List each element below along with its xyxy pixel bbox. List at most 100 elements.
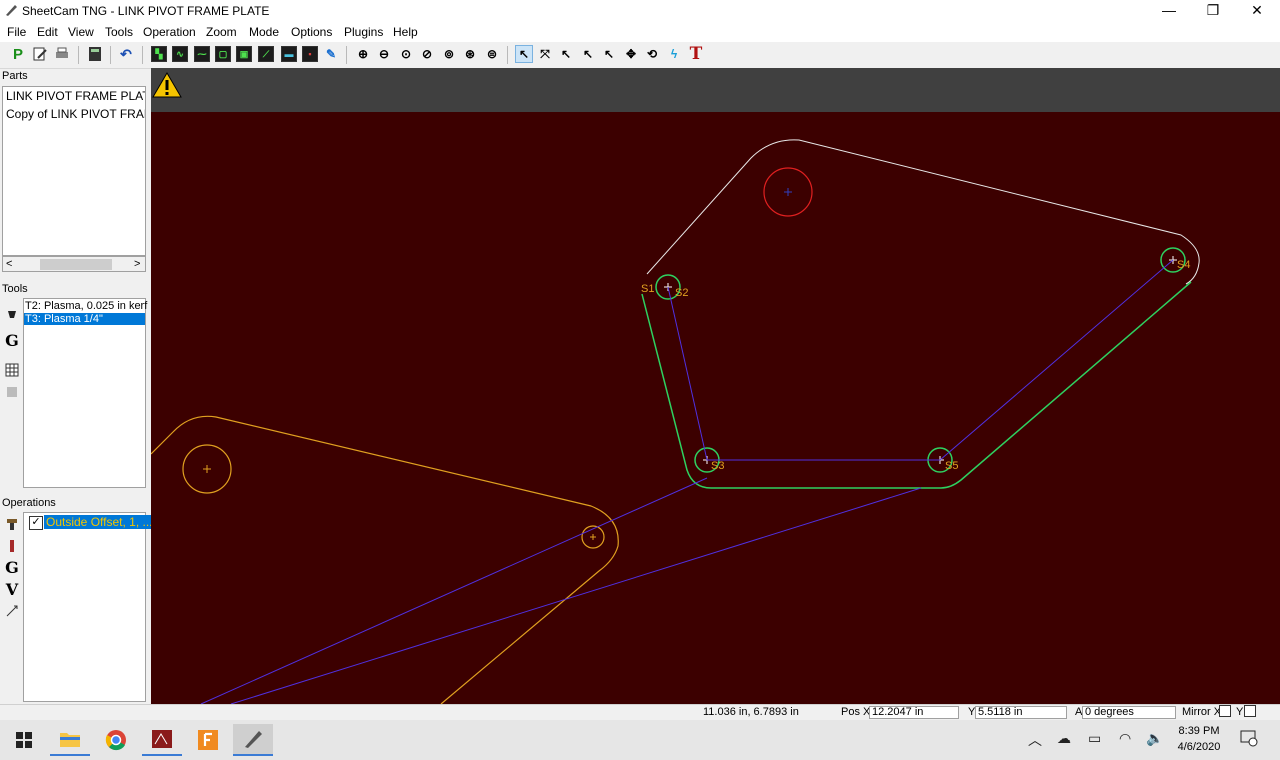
print-icon[interactable] [53, 45, 71, 63]
calculator-icon[interactable] [86, 45, 104, 63]
pos-x-field[interactable]: 12.2047 in [869, 706, 959, 719]
scroll-left-icon[interactable]: < [6, 257, 12, 271]
layer-2-icon[interactable]: ∿ [172, 46, 188, 62]
pos-y-field[interactable]: 5.5118 in [975, 706, 1067, 719]
menu-tools[interactable]: Tools [105, 25, 133, 39]
layer-9-icon[interactable]: ✎ [322, 45, 340, 63]
clock-time: 8:39 PM [1178, 725, 1220, 737]
scroll-right-icon[interactable]: > [134, 257, 140, 271]
post-process-icon[interactable]: P [9, 45, 27, 63]
layer-3-icon[interactable]: ⁓ [194, 46, 210, 62]
rotate-icon[interactable]: ⟲ [643, 45, 661, 63]
show-hidden-icons-icon[interactable]: ︿ [1028, 730, 1042, 750]
layer-4-icon[interactable]: ▢ [215, 46, 231, 62]
select-icon[interactable]: ↖ [515, 45, 533, 63]
menu-edit[interactable]: Edit [37, 25, 58, 39]
start-label: S3 [711, 460, 724, 472]
menu-operation[interactable]: Operation [143, 25, 196, 39]
layer-1-icon[interactable]: ▚ [151, 46, 167, 62]
tool-table-icon[interactable] [3, 361, 21, 379]
tools-panel-label: Tools [2, 283, 28, 295]
hole-2-icon[interactable]: ⊖ [375, 45, 393, 63]
sheetcam-app-icon [6, 5, 17, 16]
hole-7-icon[interactable]: ⊜ [483, 45, 501, 63]
minimize-button[interactable]: — [1146, 0, 1192, 22]
operation-checkbox[interactable]: ✓ [29, 516, 43, 530]
part-drawing[interactable]: S1 S2 S3 S4 S5 [151, 68, 1280, 704]
menu-options[interactable]: Options [291, 25, 332, 39]
menu-file[interactable]: File [7, 25, 26, 39]
lightning-icon[interactable]: ϟ [665, 45, 683, 63]
layer-7-icon[interactable]: ▬ [281, 46, 297, 62]
measure-icon[interactable] [3, 602, 21, 620]
menu-zoom[interactable]: Zoom [206, 25, 237, 39]
plasma-torch-icon[interactable] [3, 306, 21, 324]
tool-item[interactable]: T2: Plasma, 0.025 in kerf [25, 300, 147, 312]
menu-mode[interactable]: Mode [249, 25, 279, 39]
maximize-button[interactable]: ❐ [1190, 0, 1236, 22]
file-explorer-icon[interactable] [50, 724, 90, 756]
operations-list[interactable]: ✓ Outside Offset, 1, ... [23, 512, 155, 702]
fusion-app-icon[interactable] [188, 724, 228, 756]
edit-part-icon[interactable] [31, 45, 49, 63]
chrome-icon[interactable] [96, 724, 136, 756]
gcode-operation-icon[interactable]: G [3, 558, 21, 577]
part-item[interactable]: Copy of LINK PIVOT FRAME PLATE [6, 107, 145, 121]
volume-icon[interactable]: 🔈 [1146, 730, 1163, 747]
toolbar-separator [507, 46, 508, 64]
parts-list[interactable]: LINK PIVOT FRAME PLATE Copy of LINK PIVO… [2, 86, 146, 256]
onedrive-icon[interactable]: ☁ [1057, 730, 1071, 747]
start-label: S4 [1177, 259, 1190, 271]
clock-date: 4/6/2020 [1177, 741, 1221, 753]
move-icon[interactable]: ✥ [622, 45, 640, 63]
gcode-tool-icon[interactable]: G [3, 331, 21, 350]
tools-list[interactable]: T2: Plasma, 0.025 in kerf T3: Plasma 1/4… [23, 298, 147, 488]
undo-icon[interactable]: ↶ [117, 45, 135, 63]
start-label: S5 [945, 460, 958, 472]
select-arc-icon[interactable]: ↖ [600, 45, 618, 63]
wifi-icon[interactable]: ◠ [1119, 730, 1131, 747]
menu-bar: File Edit View Tools Operation Zoom Mode… [0, 22, 1280, 42]
hole-1-icon[interactable]: ⊕ [354, 45, 372, 63]
part-item[interactable]: LINK PIVOT FRAME PLATE [6, 89, 145, 103]
select-start-icon[interactable]: ⤧ [536, 45, 554, 63]
tool-item-selected[interactable]: T3: Plasma 1/4" [24, 313, 145, 325]
drawing-canvas[interactable]: S1 S2 S3 S4 S5 [151, 68, 1280, 704]
select-text-icon[interactable]: ↖ [557, 45, 575, 63]
menu-help[interactable]: Help [393, 25, 418, 39]
status-bar: 11.036 in, 6.7893 in Pos X 12.2047 in Y … [0, 704, 1280, 721]
taskbar: ︿ ☁ ▭ ◠ 🔈 8:39 PM 4/6/2020 [0, 720, 1280, 760]
close-button[interactable]: ✕ [1234, 0, 1280, 22]
toolbar-separator [110, 46, 111, 64]
hole-6-icon[interactable]: ⊛ [461, 45, 479, 63]
scrollbar-thumb[interactable] [40, 259, 112, 270]
layer-8-icon[interactable]: ▪ [302, 46, 318, 62]
menu-plugins[interactable]: Plugins [344, 25, 383, 39]
parts-horizontal-scrollbar[interactable]: < > [2, 256, 146, 272]
angle-field[interactable]: 0 degrees [1082, 706, 1176, 719]
notifications-icon[interactable] [1240, 729, 1258, 750]
v-carve-icon[interactable]: V [3, 580, 21, 599]
sheetcam-taskbar-icon[interactable] [233, 724, 273, 756]
tool-grid-icon[interactable] [3, 383, 21, 401]
layer-6-icon[interactable]: ⟋ [258, 46, 274, 62]
toolbar-separator [142, 46, 143, 64]
hole-5-icon[interactable]: ⊚ [440, 45, 458, 63]
mirror-x-checkbox[interactable] [1219, 705, 1231, 718]
mirror-x-label: Mirror X [1182, 706, 1222, 718]
windows-start-icon[interactable] [4, 724, 44, 756]
clock[interactable]: 8:39 PM 4/6/2020 [1172, 725, 1226, 753]
battery-icon[interactable]: ▭ [1088, 730, 1101, 747]
operation-item[interactable]: Outside Offset, 1, ... [44, 515, 155, 529]
mirror-y-checkbox[interactable] [1244, 705, 1256, 718]
hole-4-icon[interactable]: ⊘ [418, 45, 436, 63]
layer-5-icon[interactable]: ▣ [236, 46, 252, 62]
select-nodes-icon[interactable]: ↖ [579, 45, 597, 63]
menu-view[interactable]: View [68, 25, 94, 39]
hole-3-icon[interactable]: ⊙ [397, 45, 415, 63]
window-title: SheetCam TNG - LINK PIVOT FRAME PLATE [22, 4, 270, 18]
operation-tool-icon[interactable] [3, 515, 21, 533]
drill-icon[interactable] [3, 537, 21, 555]
text-tool-icon[interactable]: T [687, 44, 705, 64]
cad-app-icon[interactable] [142, 724, 182, 756]
